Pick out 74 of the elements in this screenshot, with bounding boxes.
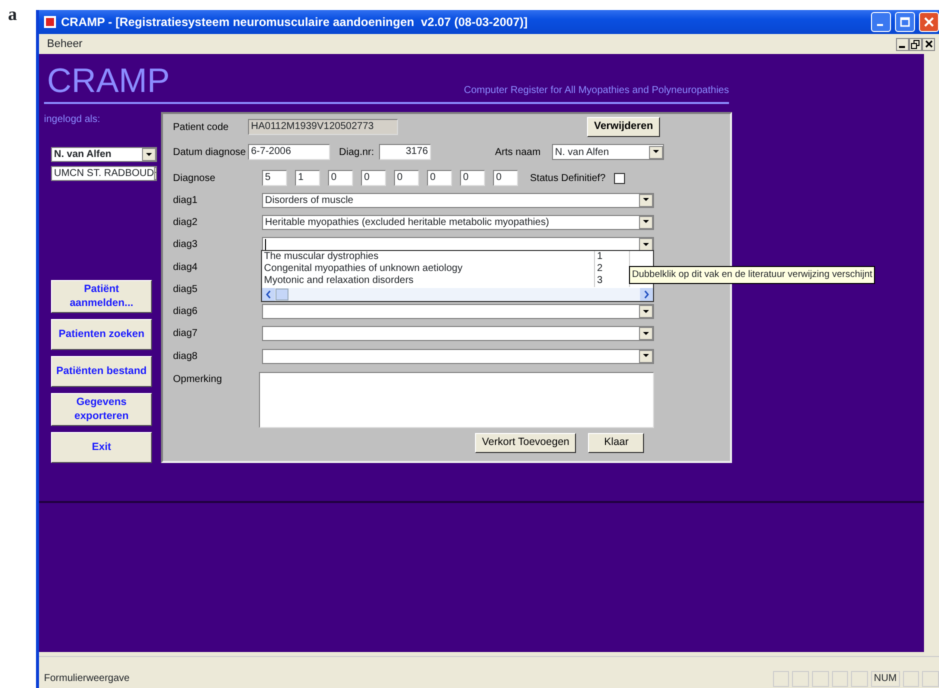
diag-dropdown[interactable]: Heritable myopathies (excluded heritable metabolic myopathies) — [262, 214, 654, 230]
field-label: diag4 — [173, 260, 198, 275]
patient-code-field: HA0112M1939V120502773 — [248, 119, 398, 135]
maximize-button[interactable] — [895, 12, 915, 32]
app-subtitle: Computer Register for All Myopathies and Polyneuropathies — [464, 84, 729, 98]
add-button[interactable]: Verkort Toevoegen — [475, 433, 576, 454]
tooltip: Dubbelklik op dit vak en de literatuur verwijzing verschijnt — [629, 266, 876, 284]
field-label: diag5 — [173, 282, 198, 297]
field-label: diag2 — [173, 216, 198, 230]
field-label: Datum diagnose — [173, 146, 247, 160]
field-label: Status Definitief? — [530, 172, 606, 186]
status-text: Formulierweergave — [43, 672, 131, 686]
field-label: Diagnose — [173, 172, 216, 186]
field-label: diag8 — [173, 350, 198, 364]
caret-icon — [643, 220, 649, 224]
code-field[interactable]: 0 — [361, 170, 386, 186]
field-label: diag3 — [173, 238, 198, 252]
date-field[interactable]: 6-7-2006 — [248, 144, 330, 160]
figure-label: a — [7, 3, 18, 26]
field-label: diag7 — [173, 327, 198, 342]
app-icon — [43, 15, 57, 29]
option-text[interactable]: The muscular dystrophies — [264, 251, 378, 263]
option-text[interactable]: Myotonic and relaxation disorders — [264, 275, 414, 287]
doctor-dropdown[interactable]: N. van Alfen — [552, 144, 664, 160]
field-label: Arts naam — [495, 146, 542, 160]
diag-number-field[interactable]: 3176 — [379, 144, 431, 160]
caret-icon — [643, 310, 649, 314]
delete-button[interactable]: Verwijderen — [587, 117, 660, 137]
option-code[interactable]: 1 — [594, 251, 629, 263]
field-label: Diag.nr: — [339, 146, 376, 160]
done-button[interactable]: Klaar — [588, 433, 644, 454]
caret-icon — [643, 332, 649, 336]
app-logo-text: CRAMP — [46, 61, 170, 98]
code-field[interactable]: 0 — [427, 170, 452, 186]
field-label: Opmerking — [173, 373, 223, 388]
status-indicator: NUM — [870, 670, 900, 686]
nav-button[interactable]: Gegevens exporteren — [51, 393, 152, 426]
diag-dropdown[interactable]: Disorders of muscle — [262, 192, 654, 208]
caret-icon — [653, 150, 659, 154]
window-title: CRAMP - [Registratiesysteem neuromusculaire aandoeningen v2.07 (08-03-2007)] — [61, 14, 528, 31]
nav-button[interactable]: Exit — [51, 432, 152, 463]
code-field[interactable]: 0 — [328, 170, 353, 186]
restore-icon — [911, 40, 920, 48]
code-field[interactable]: 0 — [493, 170, 518, 186]
field-label: diag6 — [173, 305, 198, 320]
code-field[interactable]: 0 — [394, 170, 419, 186]
checkbox[interactable] — [614, 172, 625, 184]
code-field[interactable]: 5 — [262, 170, 287, 186]
field-label: diag1 — [173, 194, 198, 208]
restore-button[interactable] — [909, 38, 922, 50]
scrollbar-thumb[interactable] — [275, 288, 289, 301]
scroll-left-icon[interactable] — [262, 288, 275, 301]
caret-icon — [643, 198, 649, 202]
remark-field[interactable] — [259, 372, 654, 428]
field-label: Patient code — [173, 120, 230, 134]
minimize-button[interactable] — [896, 38, 909, 50]
caret-icon — [643, 354, 649, 358]
code-field[interactable]: 1 — [295, 170, 320, 186]
caret-icon — [146, 152, 152, 156]
login-label: ingelogd als: — [44, 113, 102, 127]
close-icon — [924, 40, 932, 48]
close-icon — [924, 17, 934, 27]
maximize-icon — [900, 17, 910, 27]
caret-icon — [643, 242, 649, 247]
site-dropdown[interactable]: UMCN ST. RADBOUD — [51, 166, 157, 181]
nav-button[interactable]: Patiënt aanmelden... — [51, 280, 152, 313]
code-field[interactable]: 0 — [460, 170, 485, 186]
scroll-right-icon[interactable] — [640, 288, 653, 301]
nav-button[interactable]: Patienten zoeken — [51, 319, 152, 350]
close-button[interactable] — [922, 38, 935, 50]
user-dropdown[interactable]: N. van Alfen — [51, 147, 157, 162]
menu-item[interactable]: Beheer — [47, 36, 82, 52]
option-text[interactable]: Congenital myopathies of unknown aetiology — [264, 263, 462, 275]
nav-button[interactable]: Patiënten bestand — [51, 356, 152, 387]
